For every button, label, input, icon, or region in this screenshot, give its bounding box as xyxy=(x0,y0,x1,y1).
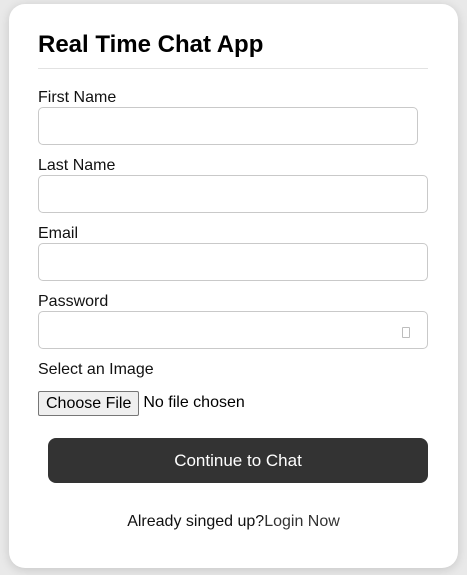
file-picker: Choose File No file chosen xyxy=(38,390,245,416)
signup-card: Real Time Chat App First Name Last Name … xyxy=(9,4,458,568)
last-name-label: Last Name xyxy=(38,157,116,174)
login-prompt-text: Already singed up? xyxy=(127,513,265,530)
page-title: Real Time Chat App xyxy=(38,31,264,58)
eye-icon[interactable] xyxy=(402,327,410,338)
choose-file-button[interactable]: Choose File xyxy=(38,390,140,416)
login-now-link[interactable]: Login Now xyxy=(264,513,340,530)
first-name-label: First Name xyxy=(38,89,117,106)
file-status: No file chosen xyxy=(143,394,245,411)
email-input[interactable] xyxy=(38,243,428,281)
first-name-input[interactable] xyxy=(38,107,418,145)
image-label: Select an Image xyxy=(38,361,154,378)
continue-to-chat-button[interactable]: Continue to Chat xyxy=(48,438,428,483)
email-label: Email xyxy=(38,225,79,242)
title-divider xyxy=(38,68,428,69)
last-name-input[interactable] xyxy=(38,175,428,213)
password-label: Password xyxy=(38,293,109,310)
login-prompt: Already singed up?Login Now xyxy=(9,513,458,531)
password-input[interactable] xyxy=(38,311,428,349)
